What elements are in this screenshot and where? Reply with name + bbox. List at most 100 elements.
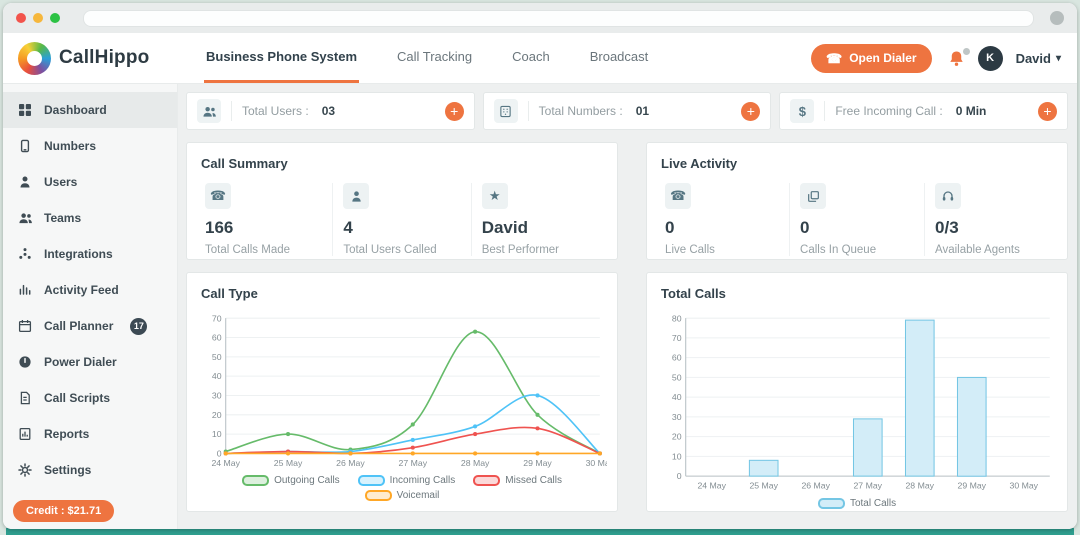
svg-text:30: 30 — [212, 391, 222, 401]
browser-url-bar[interactable] — [83, 10, 1034, 27]
stat-value: David — [482, 218, 599, 238]
svg-text:27 May: 27 May — [399, 458, 428, 468]
sidebar-item-label: Power Dialer — [44, 355, 117, 369]
sidebar-item-numbers[interactable]: Numbers — [3, 128, 177, 164]
window-close-button[interactable] — [16, 13, 26, 23]
svg-text:29 May: 29 May — [523, 458, 552, 468]
nav-broadcast[interactable]: Broadcast — [588, 33, 651, 83]
stats-row: Total Users : 03 + Total Numbers : 01 + … — [186, 92, 1068, 130]
person-icon — [17, 175, 33, 189]
sidebar-item-integrations[interactable]: Integrations — [3, 236, 177, 272]
nav-business-phone-system[interactable]: Business Phone System — [204, 33, 359, 83]
star-icon: ★ — [482, 183, 508, 209]
call-type-card: Call Type 01020304050607024 May25 May26 … — [186, 272, 618, 512]
sidebar-item-label: Users — [44, 175, 77, 189]
sidebar-item-activity-feed[interactable]: Activity Feed — [3, 272, 177, 308]
chevron-down-icon: ▾ — [1056, 53, 1061, 64]
legend-item[interactable]: Incoming Calls — [358, 475, 456, 486]
main-nav: Business Phone System Call Tracking Coac… — [204, 33, 650, 83]
svg-text:70: 70 — [212, 313, 222, 323]
browser-profile-icon[interactable] — [1050, 11, 1064, 25]
add-number-button[interactable]: + — [741, 102, 760, 121]
total-users-card: Total Users : 03 + — [186, 92, 475, 130]
open-dialer-label: Open Dialer — [849, 51, 916, 65]
total-numbers-card: Total Numbers : 01 + — [483, 92, 772, 130]
call-planner-badge: 17 — [130, 318, 147, 335]
available-agents-stat: 0/3 Available Agents — [924, 183, 1059, 256]
live-call-icon: ☎ — [665, 183, 691, 209]
stat-value: 0 — [665, 218, 779, 238]
open-dialer-button[interactable]: ☎ Open Dialer — [811, 44, 932, 73]
user-menu[interactable]: David ▾ — [1016, 51, 1061, 66]
svg-text:28 May: 28 May — [906, 480, 935, 490]
free-incoming-call-card: $ Free Incoming Call : 0 Min + — [779, 92, 1068, 130]
notifications-bell-icon[interactable] — [948, 50, 965, 67]
svg-text:24 May: 24 May — [211, 458, 240, 468]
stat-label: Free Incoming Call : — [835, 104, 942, 118]
calendar-icon — [17, 319, 33, 333]
total-calls-legend: Total Calls — [657, 496, 1057, 511]
legend-label: Incoming Calls — [390, 475, 456, 486]
sidebar-item-label: Call Planner — [44, 319, 113, 333]
person-icon — [343, 183, 369, 209]
headset-icon — [935, 183, 961, 209]
legend-swatch — [818, 498, 845, 509]
add-credit-button[interactable]: + — [1038, 102, 1057, 121]
legend-item[interactable]: Total Calls — [818, 498, 896, 509]
app-logo[interactable]: CallHippo — [18, 33, 178, 83]
legend-item[interactable]: Outgoing Calls — [242, 475, 340, 486]
svg-text:0: 0 — [677, 471, 682, 481]
legend-item[interactable]: Voicemail — [365, 490, 440, 501]
card-title: Call Summary — [187, 143, 617, 181]
power-icon — [17, 355, 33, 369]
svg-text:26 May: 26 May — [336, 458, 365, 468]
divider — [231, 101, 232, 121]
group-icon — [17, 211, 33, 225]
chart-title: Call Type — [187, 273, 617, 311]
users-icon — [197, 99, 221, 123]
svg-text:25 May: 25 May — [274, 458, 303, 468]
activity-bars-icon — [17, 283, 33, 297]
queue-icon — [800, 183, 826, 209]
plus-icon: + — [450, 104, 458, 118]
page-background-strip — [6, 528, 1074, 535]
live-calls-stat: ☎ 0 Live Calls — [655, 183, 789, 256]
sidebar-item-reports[interactable]: Reports — [3, 416, 177, 452]
svg-text:60: 60 — [212, 333, 222, 343]
sidebar-item-power-dialer[interactable]: Power Dialer — [3, 344, 177, 380]
callhippo-logo-icon — [18, 42, 51, 75]
legend-label: Missed Calls — [505, 475, 562, 486]
window-minimize-button[interactable] — [33, 13, 43, 23]
sidebar-item-call-scripts[interactable]: Call Scripts — [3, 380, 177, 416]
window-zoom-button[interactable] — [50, 13, 60, 23]
total-users-called-stat: 4 Total Users Called — [332, 183, 470, 256]
browser-chrome — [3, 3, 1077, 33]
script-document-icon — [17, 391, 33, 405]
browser-window: CallHippo Business Phone System Call Tra… — [3, 3, 1077, 529]
sidebar-item-label: Numbers — [44, 139, 96, 153]
svg-text:30 May: 30 May — [1010, 480, 1039, 490]
svg-text:29 May: 29 May — [958, 480, 987, 490]
avatar[interactable]: K — [978, 46, 1003, 71]
chart-title: Total Calls — [647, 273, 1067, 311]
nav-call-tracking[interactable]: Call Tracking — [395, 33, 474, 83]
sidebar-item-dashboard[interactable]: Dashboard — [3, 92, 177, 128]
sidebar: Dashboard Numbers Users Teams Integratio… — [3, 84, 178, 529]
sidebar-item-users[interactable]: Users — [3, 164, 177, 200]
nav-coach[interactable]: Coach — [510, 33, 552, 83]
svg-text:60: 60 — [672, 353, 682, 363]
stat-label: Available Agents — [935, 244, 1049, 256]
stat-label: Total Users : — [242, 104, 309, 118]
legend-label: Voicemail — [397, 490, 440, 501]
sidebar-item-label: Integrations — [44, 247, 113, 261]
stat-label: Total Users Called — [343, 244, 460, 256]
svg-text:28 May: 28 May — [461, 458, 490, 468]
svg-text:27 May: 27 May — [854, 480, 883, 490]
charts-row: Call Type 01020304050607024 May25 May26 … — [186, 272, 1068, 512]
legend-item[interactable]: Missed Calls — [473, 475, 562, 486]
sidebar-item-teams[interactable]: Teams — [3, 200, 177, 236]
sidebar-item-settings[interactable]: Settings — [3, 452, 177, 488]
sidebar-item-call-planner[interactable]: Call Planner 17 — [3, 308, 177, 344]
card-title: Live Activity — [647, 143, 1067, 181]
add-user-button[interactable]: + — [445, 102, 464, 121]
